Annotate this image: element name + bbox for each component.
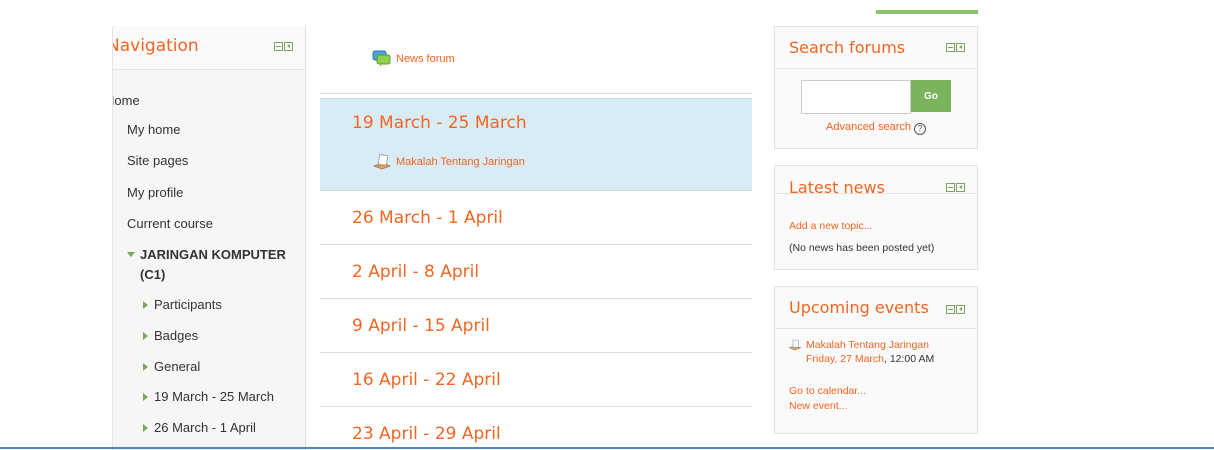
nav-item-my-home[interactable]: My home [127, 122, 180, 137]
nav-item-label: Participants [154, 297, 222, 312]
upcoming-events-header: Upcoming events [775, 287, 977, 329]
section-week-1: 19 March - 25 March Makalah Tentang Jari… [320, 98, 752, 191]
dock-icon[interactable] [284, 42, 293, 51]
section-title[interactable]: 19 March - 25 March [352, 113, 527, 133]
nav-item-week-2[interactable]: 26 March - 1 April [143, 420, 256, 435]
minimize-icon[interactable] [946, 43, 955, 52]
bottom-rule [0, 447, 1214, 449]
nav-item-course-code[interactable]: (C1) [140, 267, 165, 282]
no-news-text: (No news has been posted yet) [789, 242, 935, 254]
nav-item-label: My home [127, 122, 181, 137]
search-go-button[interactable]: Go [911, 80, 951, 112]
nav-item-label: 26 March - 1 April [154, 420, 256, 435]
section-week-6: 23 April - 29 April [320, 407, 752, 447]
minimize-icon[interactable] [946, 183, 955, 192]
section-title[interactable]: 16 April - 22 April [352, 370, 501, 390]
minimize-icon[interactable] [946, 305, 955, 314]
upcoming-events-block: Upcoming events Makalah Tentang Jaringan… [774, 286, 978, 434]
navigation-block: Navigation Home My home Site pages My pr… [112, 26, 306, 450]
assignment-link[interactable]: Makalah Tentang Jaringan [372, 154, 525, 170]
event-datetime: Friday, 27 March, 12:00 AM [806, 353, 934, 365]
section-week-2: 26 March - 1 April [320, 190, 752, 244]
help-icon[interactable]: ? [914, 123, 926, 135]
expand-right-icon [143, 363, 148, 371]
block-controls [946, 305, 965, 314]
minimize-icon[interactable] [274, 42, 283, 51]
nav-item-course[interactable]: JARINGAN KOMPUTER [127, 247, 286, 262]
section-title[interactable]: 23 April - 29 April [352, 424, 501, 444]
dock-icon[interactable] [956, 183, 965, 192]
expand-right-icon [143, 301, 148, 309]
nav-item-label: JARINGAN KOMPUTER [140, 247, 286, 262]
event-name-link[interactable]: Makalah Tentang Jaringan [806, 339, 934, 351]
nav-item-participants[interactable]: Participants [143, 297, 222, 312]
expand-right-icon [143, 393, 148, 401]
latest-news-title: Latest news [789, 178, 885, 197]
event-date-link[interactable]: Friday, 27 March [806, 353, 884, 365]
nav-item-my-profile[interactable]: My profile [127, 185, 183, 200]
divider [320, 93, 752, 94]
nav-item-label: Badges [154, 328, 199, 343]
nav-item-label: Home [113, 93, 140, 108]
block-controls [274, 42, 293, 51]
go-to-calendar-link[interactable]: Go to calendar... [789, 385, 866, 397]
block-controls [946, 183, 965, 192]
news-forum-label: News forum [396, 53, 455, 65]
assignment-icon [788, 339, 802, 351]
search-forums-title: Search forums [789, 38, 906, 57]
news-forum-link[interactable]: News forum [372, 50, 455, 68]
search-forums-header: Search forums [775, 27, 977, 69]
section-title[interactable]: 26 March - 1 April [352, 208, 503, 228]
nav-item-label: My profile [127, 185, 184, 200]
advanced-search-link[interactable]: Advanced search [826, 121, 911, 133]
dock-icon[interactable] [956, 305, 965, 314]
nav-item-home[interactable]: Home [113, 93, 140, 108]
nav-item-label: Site pages [127, 153, 189, 168]
assignment-label: Makalah Tentang Jaringan [396, 156, 525, 168]
expand-right-icon [143, 332, 148, 340]
nav-item-label: (C1) [140, 267, 166, 282]
nav-item-general[interactable]: General [143, 359, 200, 374]
nav-item-label: Current course [127, 216, 213, 231]
section-title[interactable]: 2 April - 8 April [352, 262, 479, 282]
section-week-5: 16 April - 22 April [320, 353, 752, 406]
nav-item-label: 19 March - 25 March [154, 389, 274, 404]
advanced-search: Advanced search? [775, 121, 977, 135]
navigation-header: Navigation [113, 26, 305, 70]
upcoming-events-title: Upcoming events [789, 298, 929, 317]
search-forums-input[interactable] [801, 80, 911, 114]
nav-item-site-pages[interactable]: Site pages [127, 153, 188, 168]
section-week-4: 9 April - 15 April [320, 299, 752, 352]
navigation-title: Navigation [112, 36, 199, 56]
top-green-bar [876, 10, 978, 14]
add-topic-link[interactable]: Add a new topic... [789, 220, 872, 232]
expand-down-icon [127, 252, 135, 257]
assignment-icon [372, 154, 392, 170]
section-title[interactable]: 9 April - 15 April [352, 316, 490, 336]
nav-item-badges[interactable]: Badges [143, 328, 198, 343]
search-forums-block: Search forums Go Advanced search? [774, 26, 978, 149]
dock-icon[interactable] [956, 43, 965, 52]
course-content: News forum 19 March - 25 March Makalah T… [320, 0, 752, 450]
nav-item-label: General [154, 359, 201, 374]
latest-news-header: Latest news [775, 166, 977, 197]
nav-item-week-1[interactable]: 19 March - 25 March [143, 389, 274, 404]
section-week-3: 2 April - 8 April [320, 245, 752, 298]
expand-right-icon [143, 424, 148, 432]
event-item: Makalah Tentang Jaringan Friday, 27 Marc… [788, 339, 934, 365]
event-time: , 12:00 AM [884, 353, 935, 365]
block-controls [946, 43, 965, 52]
new-event-link[interactable]: New event... [789, 400, 847, 412]
forum-icon [372, 50, 391, 67]
nav-item-current-course[interactable]: Current course [127, 216, 213, 231]
latest-news-block: Latest news Add a new topic... (No news … [774, 165, 978, 270]
